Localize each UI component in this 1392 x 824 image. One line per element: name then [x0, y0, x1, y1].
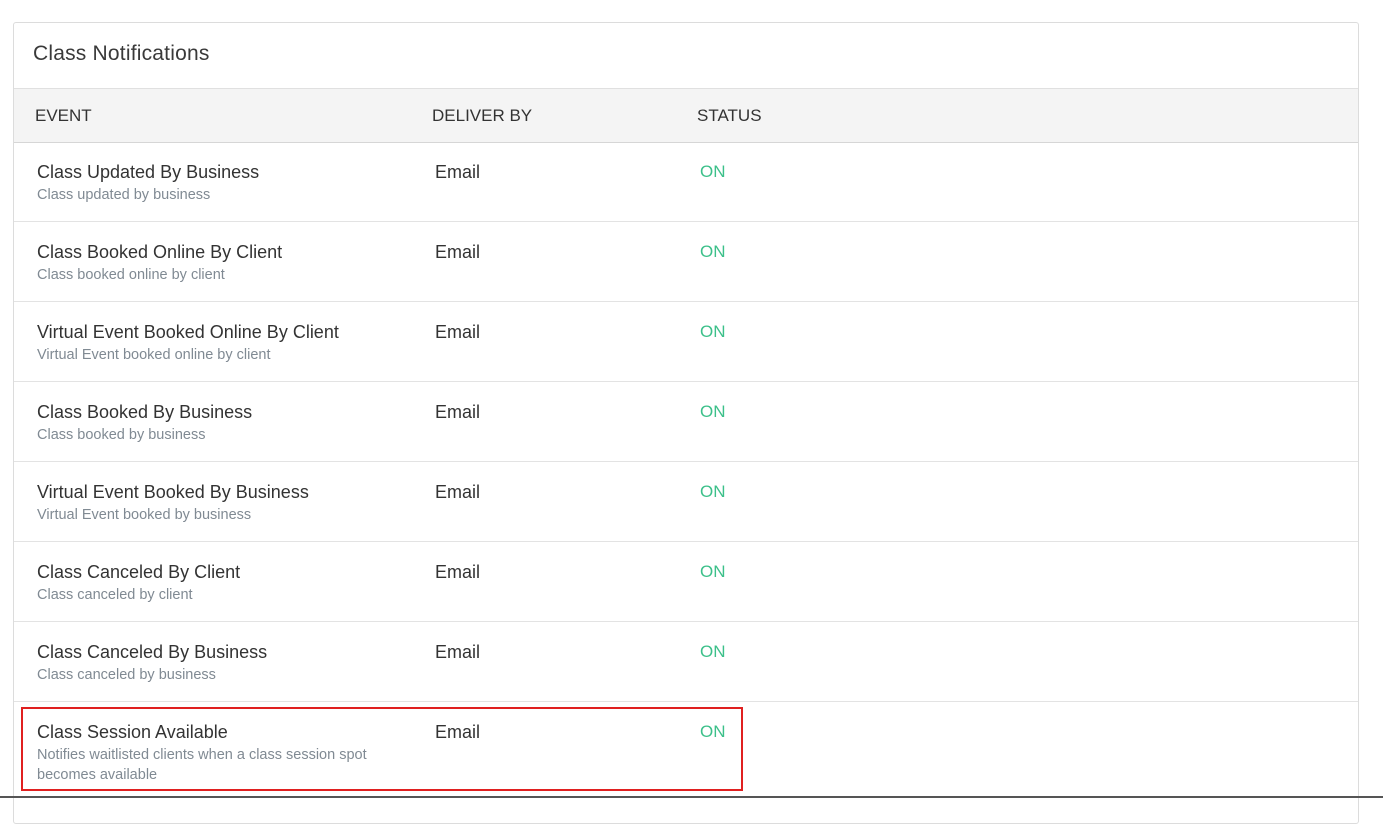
panel-title: Class Notifications: [33, 42, 210, 65]
notification-list: Class Updated By Business Class updated …: [14, 142, 1358, 802]
event-description: Class canceled by client: [37, 587, 193, 603]
column-header-event: EVENT: [35, 106, 92, 125]
event-description: Class updated by business: [37, 187, 211, 203]
event-description: Class booked by business: [37, 427, 206, 443]
event-title: Class Canceled By Client: [37, 562, 241, 582]
event-title: Class Booked Online By Client: [37, 242, 283, 262]
highlight-box: [21, 707, 743, 791]
table-row[interactable]: Virtual Event Booked By Business Virtual…: [14, 462, 1358, 542]
table-row[interactable]: Class Updated By Business Class updated …: [14, 142, 1358, 222]
table-header: EVENT DELIVER BY STATUS: [14, 88, 1358, 143]
deliver-by-value: Email: [435, 402, 481, 422]
event-title: Virtual Event Booked By Business: [37, 482, 309, 502]
status-badge[interactable]: ON: [700, 642, 726, 662]
event-title: Class Canceled By Business: [37, 642, 268, 662]
column-header-status: STATUS: [697, 106, 762, 125]
deliver-by-value: Email: [435, 242, 481, 262]
event-description: Virtual Event booked by business: [37, 507, 252, 523]
status-badge[interactable]: ON: [700, 162, 726, 182]
deliver-by-value: Email: [435, 482, 481, 502]
deliver-by-value: Email: [435, 322, 481, 342]
status-badge[interactable]: ON: [700, 482, 726, 502]
table-row[interactable]: Class Booked By Business Class booked by…: [14, 382, 1358, 462]
deliver-by-value: Email: [435, 562, 481, 582]
class-notifications-panel: Class Notifications EVENT DELIVER BY STA…: [13, 22, 1359, 824]
event-description: Class booked online by client: [37, 267, 225, 283]
table-row[interactable]: Class Booked Online By Client Class book…: [14, 222, 1358, 302]
event-title: Class Updated By Business: [37, 162, 260, 182]
column-header-deliver-by: DELIVER BY: [432, 106, 533, 125]
status-badge[interactable]: ON: [700, 562, 726, 582]
deliver-by-value: Email: [435, 642, 481, 662]
event-description: Virtual Event booked online by client: [37, 347, 271, 363]
status-badge[interactable]: ON: [700, 242, 726, 262]
event-title: Virtual Event Booked Online By Client: [37, 322, 339, 342]
status-badge[interactable]: ON: [700, 322, 726, 342]
event-title: Class Booked By Business: [37, 402, 253, 422]
event-description: Class canceled by business: [37, 667, 216, 683]
table-row[interactable]: Class Canceled By Client Class canceled …: [14, 542, 1358, 622]
table-row[interactable]: Class Canceled By Business Class cancele…: [14, 622, 1358, 702]
status-badge[interactable]: ON: [700, 402, 726, 422]
table-row[interactable]: Virtual Event Booked Online By Client Vi…: [14, 302, 1358, 382]
deliver-by-value: Email: [435, 162, 481, 182]
